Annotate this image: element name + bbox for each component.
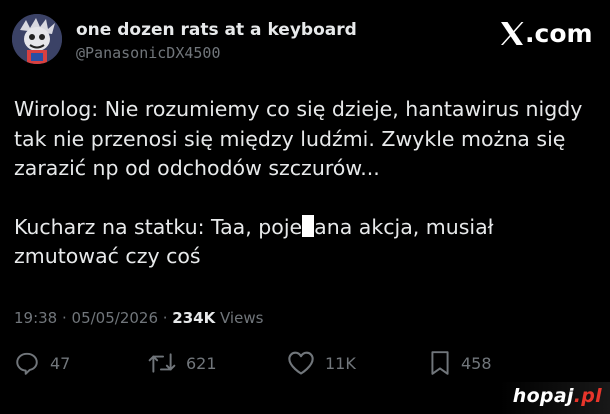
watermark-tld: .pl xyxy=(573,385,602,407)
avatar-image xyxy=(12,14,62,64)
x-logo-icon xyxy=(501,21,524,45)
tweet-meta: 19:38 · 05/05/2026 · 234K Views xyxy=(14,309,263,327)
like-count: 11K xyxy=(325,353,356,373)
repost-count: 621 xyxy=(186,353,217,373)
views-count: 234K xyxy=(172,309,216,327)
watermark: hopaj.pl xyxy=(513,385,602,407)
brand-label: .com xyxy=(500,16,593,50)
reply-count: 47 xyxy=(50,353,71,373)
bookmark-icon xyxy=(431,351,449,375)
avatar[interactable] xyxy=(12,14,62,64)
tweet-paragraph: Wirolog: Nie rozumiemy co się dzieje, ha… xyxy=(14,97,583,180)
heart-icon xyxy=(288,351,314,375)
repost-button[interactable]: 621 xyxy=(148,346,217,380)
watermark-name: hopaj xyxy=(512,385,574,407)
brand-text: .com xyxy=(525,18,593,48)
views-label: Views xyxy=(215,309,264,327)
bookmark-count: 458 xyxy=(461,353,492,373)
tweet-text: Wirolog: Nie rozumiemy co się dzieje, ha… xyxy=(14,95,604,272)
user-handle[interactable]: @PanasonicDX4500 xyxy=(76,44,221,62)
display-name[interactable]: one dozen rats at a keyboard xyxy=(76,20,357,40)
reply-button[interactable]: 47 xyxy=(14,346,70,380)
action-bar: 47 621 11K 458 xyxy=(0,346,610,380)
tweet-paragraph: Kucharz na statku: Taa, poje ana akcja, m… xyxy=(14,213,604,272)
repost-icon xyxy=(148,353,176,373)
censor-block xyxy=(302,214,315,237)
timestamp[interactable]: 19:38 · 05/05/2026 · xyxy=(14,309,172,327)
like-button[interactable]: 11K xyxy=(287,346,356,380)
bookmark-button[interactable]: 458 xyxy=(429,346,492,380)
tweet-text-part: Kucharz na statku: Taa, poje xyxy=(14,214,303,239)
reply-icon xyxy=(16,352,38,375)
